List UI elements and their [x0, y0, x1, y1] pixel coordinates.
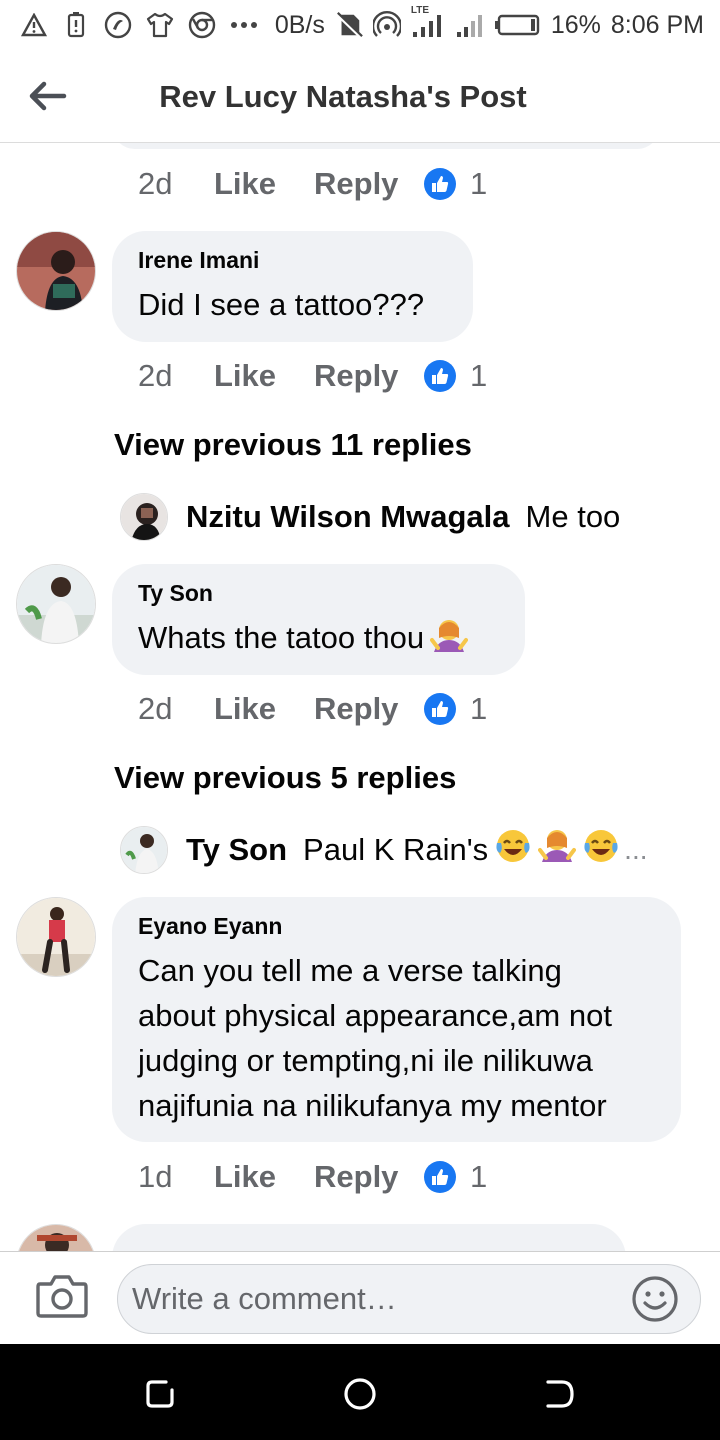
comment-actions: 2d Like Reply 1 — [138, 689, 487, 729]
reply-button[interactable]: Reply — [314, 1159, 424, 1195]
latest-reply[interactable]: Nzitu Wilson Mwagala Me too — [120, 492, 620, 542]
latest-reply[interactable]: Ty Son Paul K Rain's ... — [120, 825, 648, 875]
comment-actions: 2d Like Reply 1 — [138, 356, 487, 396]
like-button[interactable]: Like — [214, 166, 314, 202]
recent-apps-button[interactable] — [140, 1374, 180, 1414]
comment-bubble[interactable]: Irene Imani Did I see a tattoo??? — [112, 231, 473, 342]
like-button[interactable]: Like — [214, 1159, 314, 1195]
reply-text: Paul K Rain's — [303, 832, 489, 867]
avatar[interactable] — [16, 231, 96, 311]
reply-button[interactable]: Reply — [314, 691, 424, 727]
comment-input[interactable] — [117, 1264, 701, 1334]
chrome-icon — [188, 11, 216, 39]
comment-time: 2d — [138, 358, 173, 393]
reply-text: Me too — [525, 499, 621, 534]
comment-bubble[interactable]: Eyano Eyann Can you tell me a verse talk… — [112, 897, 681, 1142]
reaction-count[interactable]: 1 — [470, 691, 487, 727]
woman-shrugging-emoji-icon — [430, 616, 469, 661]
reply-author[interactable]: Nzitu Wilson Mwagala — [186, 499, 510, 535]
network-label: LTE — [410, 5, 429, 16]
avatar[interactable] — [16, 897, 96, 977]
status-bar: 0B/s LTE 16% 8:06 PM — [0, 0, 720, 50]
more-notifications-icon — [230, 11, 258, 39]
avatar[interactable] — [120, 826, 168, 874]
camera-icon — [36, 1275, 88, 1318]
clock: 8:06 PM — [610, 10, 704, 39]
reaction-count[interactable]: 1 — [470, 1159, 487, 1195]
comment-text-line: judging or tempting,ni ile nilikuwa — [138, 1043, 593, 1078]
tears-of-joy-emoji-icon — [582, 827, 620, 873]
comments-feed[interactable]: 2d Like Reply 1 Irene Imani Did I see a … — [0, 143, 720, 1251]
truncation-ellipsis: ... — [624, 834, 648, 865]
comment-text-line: najifunia na nilikufanya my mentor — [138, 1088, 607, 1123]
warning-icon — [20, 11, 48, 39]
battery-percent: 16% — [550, 10, 601, 39]
hotspot-icon — [372, 11, 401, 39]
comment-author[interactable]: Ty Son — [138, 580, 499, 607]
battery-alert-icon — [62, 11, 90, 39]
reaction-count[interactable]: 1 — [470, 166, 487, 202]
reply-button[interactable]: Reply — [314, 166, 424, 202]
like-reaction-icon — [424, 360, 456, 392]
post-header: Rev Lucy Natasha's Post — [0, 50, 720, 143]
comment-text-row: Whats the tatoo thou — [138, 615, 499, 661]
status-left-icons — [20, 11, 258, 39]
comment-bubble-partial — [112, 143, 660, 149]
camera-button[interactable] — [36, 1272, 88, 1320]
back-nav-icon — [546, 1380, 574, 1408]
sim-off-icon — [335, 11, 363, 39]
like-button[interactable]: Like — [214, 691, 314, 727]
back-nav-button[interactable] — [540, 1374, 580, 1414]
system-navigation-bar — [0, 1344, 720, 1440]
comment-text: Did I see a tattoo??? — [138, 287, 425, 322]
emoji-button[interactable] — [630, 1274, 680, 1324]
tears-of-joy-emoji-icon — [494, 827, 532, 873]
comment-text-line: Can you tell me a verse talking — [138, 953, 562, 988]
avatar[interactable] — [16, 564, 96, 644]
comment-time: 1d — [138, 1159, 173, 1194]
status-right-icons: 0B/s LTE 16% 8:06 PM — [274, 5, 704, 40]
comment-actions: 1d Like Reply 1 — [138, 1157, 487, 1197]
comment-bubble[interactable]: Ty Son Whats the tatoo thou — [112, 564, 525, 675]
avatar[interactable] — [120, 493, 168, 541]
home-icon — [344, 1378, 376, 1410]
comment-time: 2d — [138, 166, 173, 201]
app-notification-icon — [104, 11, 132, 39]
smiley-icon — [632, 1276, 678, 1322]
comment-text: Whats the tatoo thou — [138, 620, 425, 655]
like-reaction-icon — [424, 693, 456, 725]
view-previous-replies-link[interactable]: View previous 5 replies — [114, 760, 456, 796]
battery-icon — [494, 11, 541, 39]
view-previous-replies-link[interactable]: View previous 11 replies — [114, 427, 472, 463]
comment-actions: 2d Like Reply 1 — [138, 164, 487, 204]
comment-time: 2d — [138, 691, 173, 726]
like-button[interactable]: Like — [214, 358, 314, 394]
signal-lte-icon: LTE — [411, 5, 445, 39]
recent-apps-icon — [146, 1380, 174, 1408]
reply-button[interactable]: Reply — [314, 358, 424, 394]
like-reaction-icon — [424, 1161, 456, 1193]
net-speed: 0B/s — [274, 10, 325, 39]
home-button[interactable] — [340, 1374, 380, 1414]
page-title: Rev Lucy Natasha's Post — [159, 79, 527, 114]
woman-shrugging-emoji-icon — [538, 828, 577, 872]
comment-bubble-partial[interactable] — [112, 1224, 626, 1251]
signal-icon — [455, 11, 485, 39]
comment-composer — [0, 1251, 720, 1344]
reply-author[interactable]: Ty Son — [186, 832, 287, 868]
reaction-count[interactable]: 1 — [470, 358, 487, 394]
shirt-icon — [146, 11, 174, 39]
like-reaction-icon — [424, 168, 456, 200]
comment-author[interactable]: Irene Imani — [138, 247, 447, 274]
comment-author[interactable]: Eyano Eyann — [138, 913, 655, 940]
comment-text-line: about physical appearance,am not — [138, 998, 612, 1033]
avatar[interactable] — [16, 1224, 96, 1251]
